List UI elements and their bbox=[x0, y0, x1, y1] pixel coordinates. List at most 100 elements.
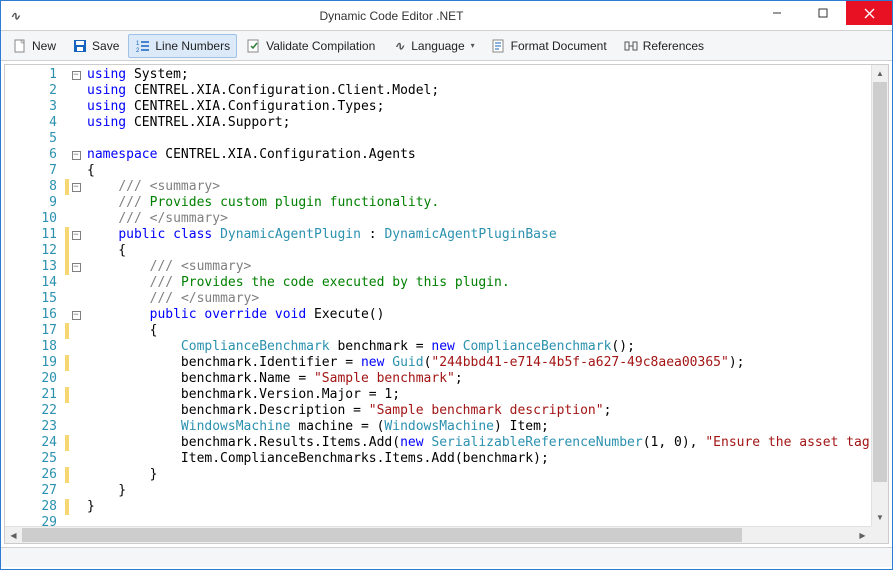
code-line[interactable]: using System; bbox=[87, 67, 888, 83]
code-line[interactable]: benchmark.Name = "Sample benchmark"; bbox=[87, 371, 888, 387]
fold-collapse-icon[interactable]: − bbox=[72, 183, 81, 192]
line-number: 12 bbox=[5, 243, 65, 259]
fold-cell bbox=[69, 355, 83, 371]
fold-collapse-icon[interactable]: − bbox=[72, 311, 81, 320]
fold-collapse-icon[interactable]: − bbox=[72, 151, 81, 160]
scroll-corner bbox=[871, 526, 888, 543]
fold-collapse-icon[interactable]: − bbox=[72, 263, 81, 272]
linenumbers-button[interactable]: 12 Line Numbers bbox=[128, 34, 237, 58]
code-line[interactable]: { bbox=[87, 323, 888, 339]
code-line[interactable]: benchmark.Version.Major = 1; bbox=[87, 387, 888, 403]
fold-cell bbox=[69, 115, 83, 131]
line-number: 22 bbox=[5, 403, 65, 419]
linenumbers-label: Line Numbers bbox=[155, 39, 230, 53]
line-number: 25 bbox=[5, 451, 65, 467]
window-title: Dynamic Code Editor .NET bbox=[29, 9, 754, 23]
fold-cell[interactable]: − bbox=[69, 259, 83, 275]
minimize-button[interactable] bbox=[754, 1, 800, 25]
fold-collapse-icon[interactable]: − bbox=[72, 231, 81, 240]
validate-button[interactable]: Validate Compilation bbox=[239, 34, 382, 58]
validate-icon bbox=[246, 38, 262, 54]
format-label: Format Document bbox=[511, 39, 607, 53]
code-line[interactable]: /// <summary> bbox=[87, 259, 888, 275]
fold-cell[interactable]: − bbox=[69, 179, 83, 195]
fold-cell bbox=[69, 339, 83, 355]
fold-cell bbox=[69, 195, 83, 211]
code-line[interactable]: benchmark.Identifier = new Guid("244bbd4… bbox=[87, 355, 888, 371]
format-button[interactable]: Format Document bbox=[484, 34, 614, 58]
horizontal-scrollbar[interactable]: ◀ ▶ bbox=[5, 526, 871, 543]
fold-collapse-icon[interactable]: − bbox=[72, 71, 81, 80]
code-line[interactable]: } bbox=[87, 499, 888, 515]
validate-label: Validate Compilation bbox=[266, 39, 375, 53]
fold-cell bbox=[69, 83, 83, 99]
scroll-up-button[interactable]: ▲ bbox=[872, 65, 888, 82]
svg-text:2: 2 bbox=[136, 48, 140, 54]
vertical-scroll-thumb[interactable] bbox=[873, 82, 887, 482]
code-line[interactable]: /// </summary> bbox=[87, 211, 888, 227]
app-icon: ∿ bbox=[1, 1, 29, 31]
code-line[interactable]: /// Provides custom plugin functionality… bbox=[87, 195, 888, 211]
code-line[interactable]: } bbox=[87, 483, 888, 499]
fold-cell bbox=[69, 131, 83, 147]
horizontal-scroll-track[interactable] bbox=[22, 527, 854, 543]
code-line[interactable]: public override void Execute() bbox=[87, 307, 888, 323]
code-line[interactable]: benchmark.Description = "Sample benchmar… bbox=[87, 403, 888, 419]
fold-cell bbox=[69, 499, 83, 515]
line-number: 17 bbox=[5, 323, 65, 339]
fold-cell[interactable]: − bbox=[69, 147, 83, 163]
code-line[interactable]: /// <summary> bbox=[87, 179, 888, 195]
maximize-button[interactable] bbox=[800, 1, 846, 25]
code-line[interactable]: WindowsMachine machine = (WindowsMachine… bbox=[87, 419, 888, 435]
save-button[interactable]: Save bbox=[65, 34, 126, 58]
fold-cell bbox=[69, 467, 83, 483]
code-line[interactable]: namespace CENTREL.XIA.Configuration.Agen… bbox=[87, 147, 888, 163]
code-line[interactable]: { bbox=[87, 243, 888, 259]
line-number: 20 bbox=[5, 371, 65, 387]
fold-cell[interactable]: − bbox=[69, 307, 83, 323]
line-number: 13 bbox=[5, 259, 65, 275]
fold-cell bbox=[69, 99, 83, 115]
fold-cell bbox=[69, 211, 83, 227]
vertical-scrollbar[interactable]: ▲ ▼ bbox=[871, 65, 888, 526]
fold-cell[interactable]: − bbox=[69, 67, 83, 83]
horizontal-scroll-thumb[interactable] bbox=[22, 528, 742, 542]
references-button[interactable]: References bbox=[616, 34, 711, 58]
scroll-down-button[interactable]: ▼ bbox=[872, 509, 888, 526]
code-line[interactable]: using CENTREL.XIA.Configuration.Types; bbox=[87, 99, 888, 115]
language-button[interactable]: ∿ Language ▾ bbox=[384, 34, 481, 58]
fold-cell bbox=[69, 243, 83, 259]
fold-cell bbox=[69, 403, 83, 419]
code-line[interactable] bbox=[87, 131, 888, 147]
line-number: 15 bbox=[5, 291, 65, 307]
save-label: Save bbox=[92, 39, 119, 53]
code-line[interactable]: using CENTREL.XIA.Support; bbox=[87, 115, 888, 131]
fold-cell bbox=[69, 387, 83, 403]
maximize-icon bbox=[818, 8, 828, 18]
scroll-right-button[interactable]: ▶ bbox=[854, 527, 871, 543]
code-line[interactable]: Item.ComplianceBenchmarks.Items.Add(benc… bbox=[87, 451, 888, 467]
editor-body[interactable]: 1234567891011121314151617181920212223242… bbox=[5, 65, 888, 543]
code-line[interactable]: ComplianceBenchmark benchmark = new Comp… bbox=[87, 339, 888, 355]
new-button[interactable]: New bbox=[5, 34, 63, 58]
fold-cell[interactable]: − bbox=[69, 227, 83, 243]
close-button[interactable] bbox=[846, 1, 892, 25]
code-line[interactable]: /// Provides the code executed by this p… bbox=[87, 275, 888, 291]
scroll-left-button[interactable]: ◀ bbox=[5, 527, 22, 543]
code-line[interactable]: public class DynamicAgentPlugin : Dynami… bbox=[87, 227, 888, 243]
format-icon bbox=[491, 38, 507, 54]
code-content[interactable]: using System;using CENTREL.XIA.Configura… bbox=[83, 65, 888, 543]
code-line[interactable]: /// </summary> bbox=[87, 291, 888, 307]
fold-cell bbox=[69, 451, 83, 467]
line-number: 27 bbox=[5, 483, 65, 499]
code-line[interactable]: } bbox=[87, 467, 888, 483]
line-number: 19 bbox=[5, 355, 65, 371]
code-line[interactable]: using CENTREL.XIA.Configuration.Client.M… bbox=[87, 83, 888, 99]
line-number: 26 bbox=[5, 467, 65, 483]
line-number: 21 bbox=[5, 387, 65, 403]
save-icon bbox=[72, 38, 88, 54]
code-line[interactable]: { bbox=[87, 163, 888, 179]
code-line[interactable]: benchmark.Results.Items.Add(new Serializ… bbox=[87, 435, 888, 451]
line-number: 3 bbox=[5, 99, 65, 115]
line-number: 4 bbox=[5, 115, 65, 131]
